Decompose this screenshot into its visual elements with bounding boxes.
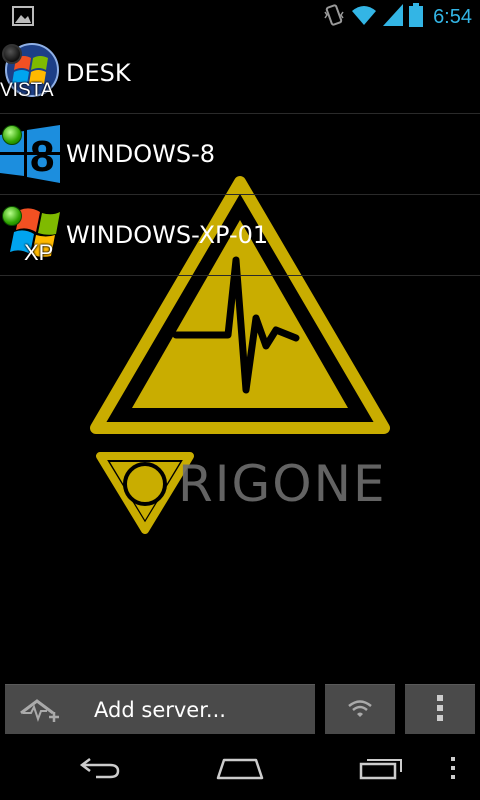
status-time: 6:54 [433,5,472,28]
server-name: DESK [66,59,131,87]
wifi-icon [347,697,373,723]
recent-apps-icon [359,756,405,784]
signal-icon [383,4,404,30]
logo-brand-text: RIGONE [178,455,387,513]
windows-8-icon: 8 [0,123,62,185]
action-bar: Add server... [0,684,480,736]
server-item-windows-8[interactable]: 8 WINDOWS-8 [0,114,480,195]
navigation-bar [0,740,480,800]
home-button[interactable] [210,754,270,786]
windows-xp-icon: XP [0,204,62,266]
os-caption: XP [24,240,54,265]
add-server-label: Add server... [94,697,226,722]
wifi-icon [351,4,377,30]
status-icons: 6:54 [323,3,472,31]
status-online-indicator [2,125,22,145]
recent-apps-button[interactable] [352,754,412,786]
image-notification-icon [12,6,34,26]
logo-emblem-letter: T [50,486,70,516]
menu-button[interactable] [426,754,480,786]
status-bar: 6:54 [0,0,480,33]
more-vertical-icon [436,694,444,726]
status-online-indicator [2,206,22,226]
add-server-icon [17,697,61,729]
os-caption: VISTA [0,80,54,101]
wifi-scan-button[interactable] [325,684,395,734]
status-offline-indicator [2,44,22,64]
back-icon [78,756,122,784]
vibrate-icon [323,3,345,31]
more-vertical-icon [450,756,456,784]
back-button[interactable] [70,754,130,786]
server-name: WINDOWS-8 [66,140,216,168]
os-caption: 8 [30,132,54,181]
overflow-menu-button[interactable] [405,684,475,734]
server-name: WINDOWS-XP-01 [66,221,269,249]
home-icon [216,756,264,784]
windows-vista-icon: VISTA [0,42,62,104]
add-server-button[interactable]: Add server... [5,684,315,734]
battery-icon [409,3,424,31]
server-item-windows-xp-01[interactable]: XP WINDOWS-XP-01 [0,195,480,276]
server-item-desk[interactable]: VISTA DESK [0,33,480,114]
server-list: VISTA DESK 8 WINDOWS-8 XP WINDOWS-XP-01 [0,33,480,276]
